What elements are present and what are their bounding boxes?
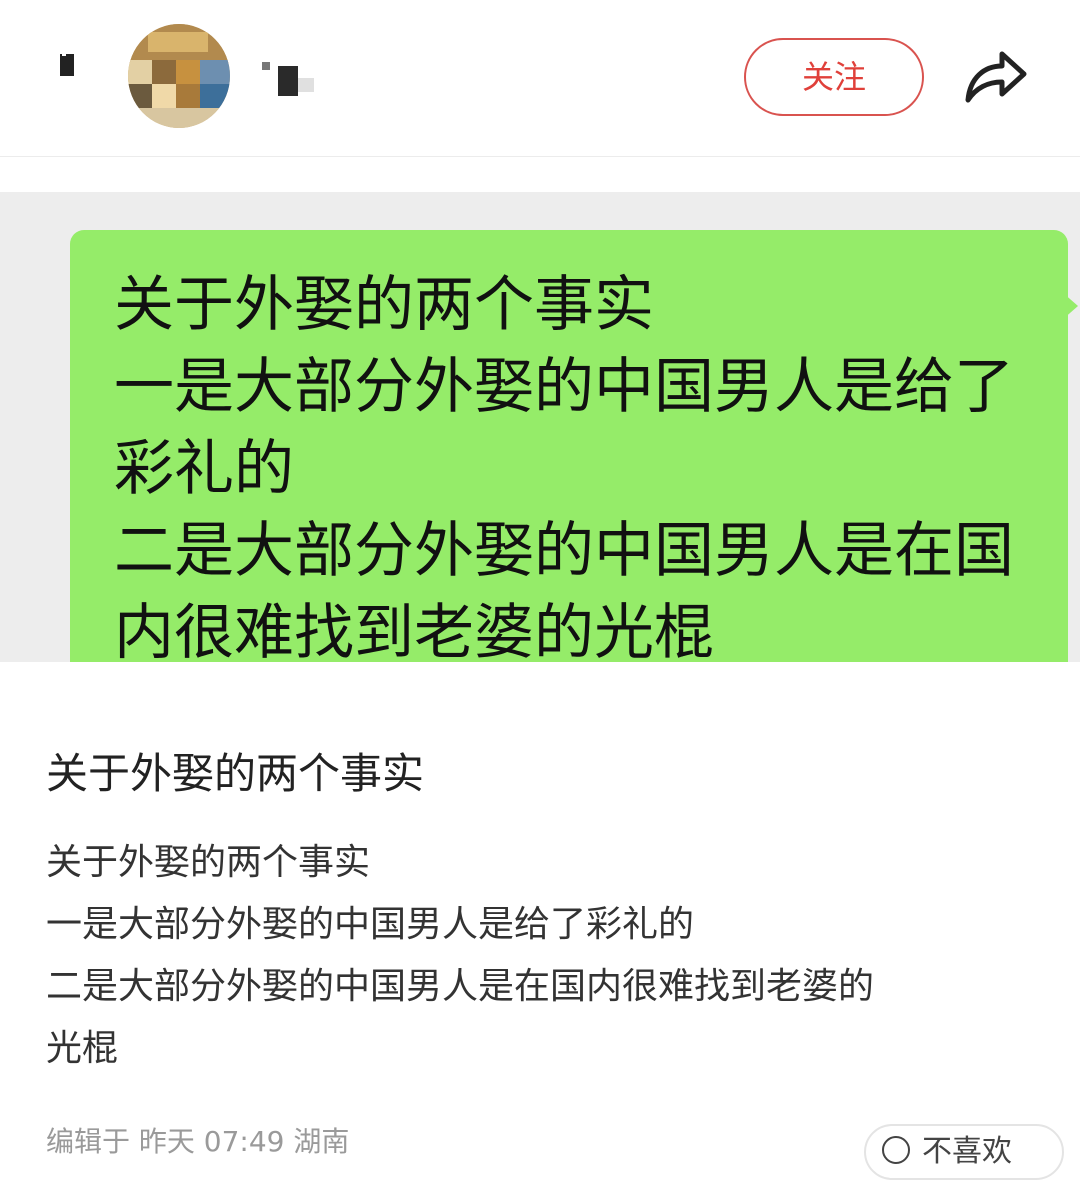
chat-bubble-text: 关于外娶的两个事实 一是大部分外娶的中国男人是给了 彩礼的 二是大部分外娶的中国…	[114, 264, 1034, 662]
bubble-line: 彩礼的	[114, 434, 294, 504]
post-header: 关注	[0, 0, 1080, 157]
chat-bubble: 关于外娶的两个事实 一是大部分外娶的中国男人是给了 彩礼的 二是大部分外娶的中国…	[70, 230, 1068, 662]
back-icon[interactable]	[58, 52, 78, 78]
post-body-line: 一是大部分外娶的中国男人是给了彩礼的	[46, 904, 695, 945]
bubble-line: 内很难找到老婆的光棍	[114, 598, 714, 662]
avatar[interactable]	[128, 24, 230, 128]
post-body: 关于外娶的两个事实 一是大部分外娶的中国男人是给了彩礼的 二是大部分外娶的中国男…	[46, 832, 1046, 1080]
bubble-line: 一是大部分外娶的中国男人是给了	[114, 352, 1014, 422]
dislike-label: 不喜欢	[922, 1134, 1012, 1169]
post-meta: 编辑于 昨天 07:49 湖南	[46, 1125, 350, 1158]
share-arrow-icon[interactable]	[962, 44, 1030, 106]
bubble-line: 二是大部分外娶的中国男人是在国	[114, 516, 1014, 586]
dislike-button[interactable]: 不喜欢	[864, 1124, 1064, 1180]
post-body-line: 光棍	[46, 1028, 119, 1069]
follow-button[interactable]: 关注	[744, 38, 924, 116]
dislike-icon	[882, 1136, 910, 1164]
bubble-line: 关于外娶的两个事实	[114, 270, 654, 340]
chat-bubble-tail	[1062, 292, 1078, 320]
username-obscured[interactable]	[262, 58, 322, 96]
post-body-line: 二是大部分外娶的中国男人是在国内很难找到老婆的	[46, 966, 875, 1007]
post-image[interactable]: 关于外娶的两个事实 一是大部分外娶的中国男人是给了 彩礼的 二是大部分外娶的中国…	[0, 192, 1080, 662]
post-body-line: 关于外娶的两个事实	[46, 842, 371, 883]
post-title: 关于外娶的两个事实	[46, 749, 425, 798]
